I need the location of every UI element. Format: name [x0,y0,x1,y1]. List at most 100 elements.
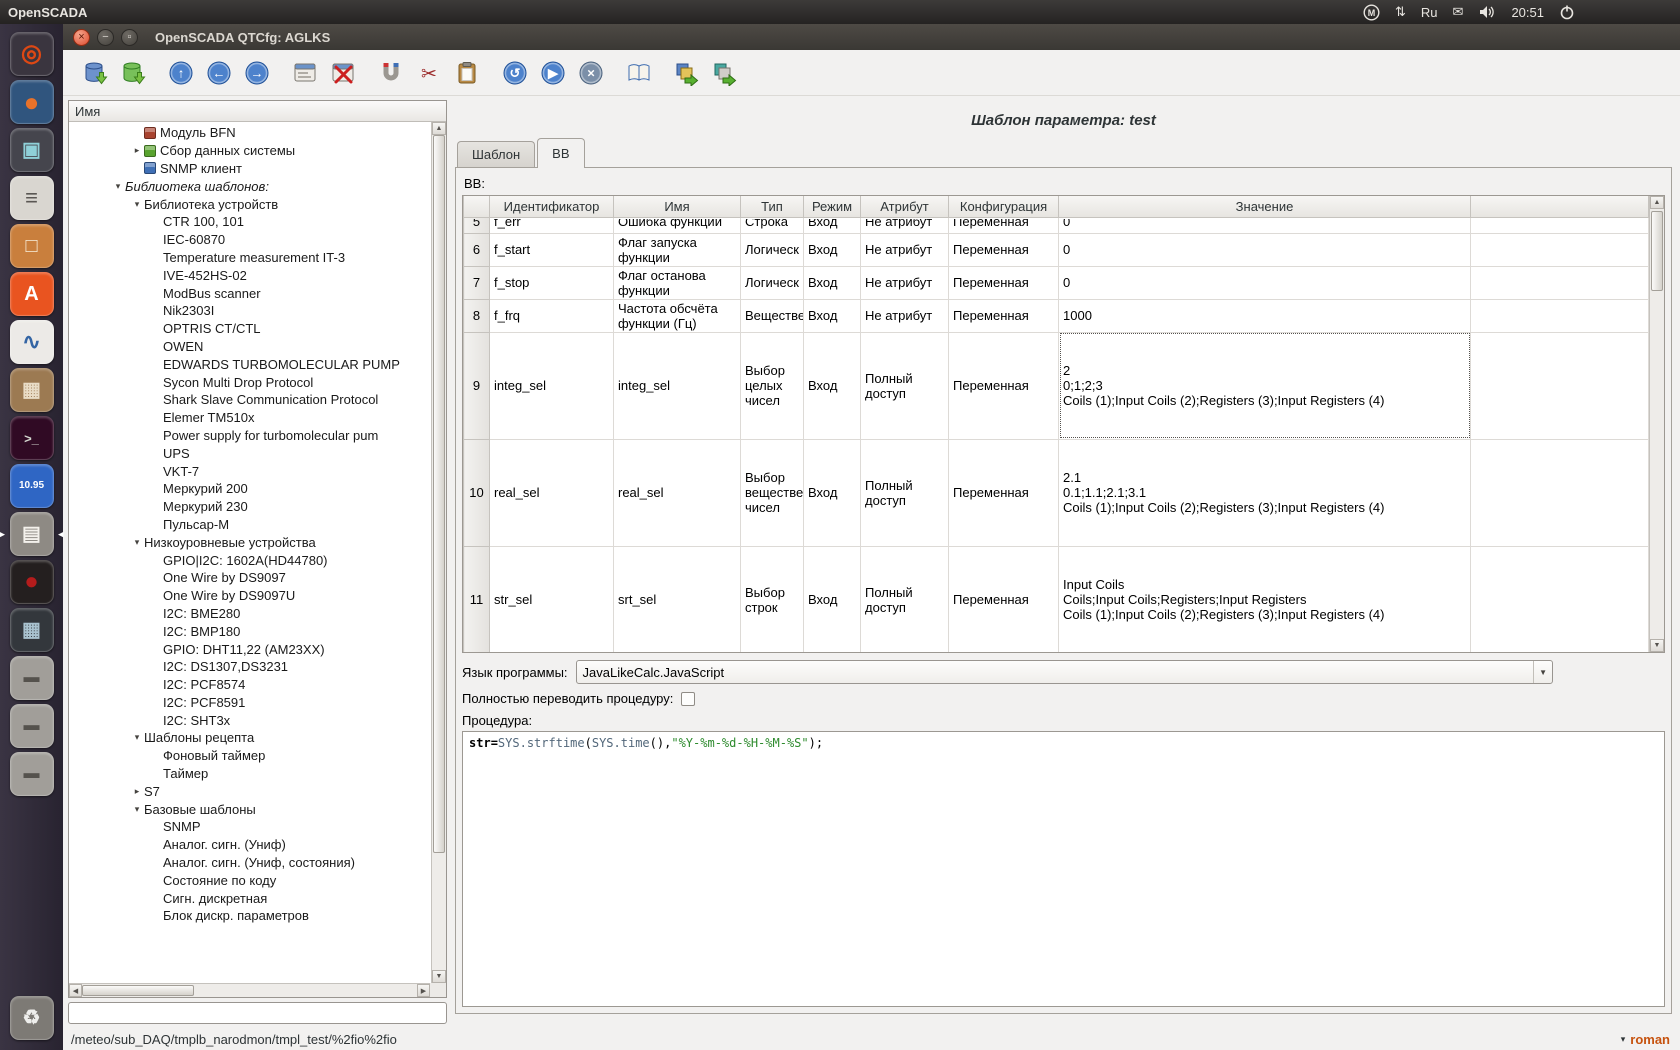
tree-item[interactable]: ▾Библиотека шаблонов: [69,177,430,195]
tree-item[interactable]: OWEN [69,338,430,356]
cell-config[interactable]: Переменная [949,233,1059,266]
tree-item[interactable]: ▾Низкоуровневые устройства [69,533,430,551]
cell-type[interactable]: Строка [741,217,804,233]
drive-1-launcher-icon[interactable]: ▬ [10,656,54,700]
tree-item[interactable]: Меркурий 230 [69,498,430,516]
indicator-app-icon[interactable]: M [1363,4,1380,21]
cell-attr[interactable]: Не атрибут [861,266,949,299]
cell-name[interactable]: Частота обсчёта функции (Гц) [614,299,741,332]
ubuntu-software-launcher-icon[interactable]: A [10,272,54,316]
cell-id[interactable]: f_frq [490,299,614,332]
window-minimize-button[interactable]: − [97,29,114,46]
translate-checkbox[interactable] [681,692,695,706]
cell-mode[interactable]: Вход [804,546,861,653]
user-button[interactable]: ▾ roman [1621,1032,1670,1047]
cell-value[interactable]: 2 0;1;2;3 Coils (1);Input Coils (2);Regi… [1059,332,1471,439]
scroll-up-button[interactable]: ▲ [432,122,446,135]
tree-item[interactable]: IEC-60870 [69,231,430,249]
tree-item[interactable]: Блок дискр. параметров [69,907,430,925]
cell-mode[interactable]: Вход [804,266,861,299]
tree-item[interactable]: CTR 100, 101 [69,213,430,231]
copy-item-button[interactable] [373,55,409,91]
tree-item[interactable]: ▸Сбор данных системы [69,142,430,160]
scroll-thumb[interactable] [82,985,194,996]
tree-item[interactable]: SNMP клиент [69,160,430,178]
tree-item[interactable]: One Wire by DS9097U [69,587,430,605]
cell-config[interactable]: Переменная [949,266,1059,299]
cell-mode[interactable]: Вход [804,332,861,439]
tree-item[interactable]: Power supply for turbomolecular pum [69,427,430,445]
cell-type[interactable]: Веществе [741,299,804,332]
tree-item[interactable]: ▾Базовые шаблоны [69,800,430,818]
session-menu-icon[interactable] [1559,4,1575,20]
paste-item-button[interactable] [449,55,485,91]
mail-icon[interactable]: ✉ [1453,4,1464,20]
openscada-launcher-icon[interactable]: ▤▸◂ [10,512,54,556]
cell-mode[interactable]: Вход [804,299,861,332]
cell-name[interactable]: integ_sel [614,332,741,439]
text-editor-launcher-icon[interactable]: ≡ [10,176,54,220]
cell-id[interactable]: f_stop [490,266,614,299]
tree-item[interactable]: Состояние по коду [69,871,430,889]
tree-item[interactable]: IVE-452HS-02 [69,266,430,284]
tree-item[interactable]: Фоновый таймер [69,747,430,765]
scroll-up-button[interactable]: ▲ [1650,196,1664,209]
refresh-button[interactable]: ↺ [497,55,533,91]
tree-item[interactable]: I2C: SHT3x [69,711,430,729]
cell-value[interactable]: 0 [1059,266,1471,299]
volume-icon[interactable] [1478,4,1496,20]
window-close-button[interactable]: × [73,29,90,46]
tree-item[interactable]: GPIO: DHT11,22 (AM23XX) [69,640,430,658]
clock[interactable]: 20:51 [1511,5,1544,20]
about-module-button[interactable] [707,55,743,91]
cell-attr[interactable]: Не атрибут [861,233,949,266]
expanded-arrow-icon[interactable]: ▾ [111,181,125,192]
tree-item[interactable]: Nik2303I [69,302,430,320]
cell-id[interactable]: f_err [490,217,614,233]
tree-filter-input[interactable] [68,1002,447,1024]
expanded-arrow-icon[interactable]: ▾ [130,199,144,210]
keyboard-layout-indicator[interactable]: Ru [1421,5,1438,20]
tree-item[interactable]: GPIO|I2C: 1602A(HD44780) [69,551,430,569]
language-select[interactable]: JavaLikeCalc.JavaScript ▼ [576,660,1553,684]
cell-id[interactable]: integ_sel [490,332,614,439]
tab-io[interactable]: ВВ [537,138,584,168]
tree-item[interactable]: Аналог. сигн. (Униф, состояния) [69,854,430,872]
window-titlebar[interactable]: × − ▫ OpenSCADA QTCfg: AGLKS [63,24,1680,50]
cell-config[interactable]: Переменная [949,546,1059,653]
stop-update-button[interactable]: × [573,55,609,91]
expanded-arrow-icon[interactable]: ▾ [130,732,144,743]
scroll-left-button[interactable]: ◀ [69,984,82,997]
expanded-arrow-icon[interactable]: ▾ [130,537,144,548]
tree-item[interactable]: Сигн. дискретная [69,889,430,907]
cell-attr[interactable]: Полный доступ [861,546,949,653]
up-level-button[interactable]: ↑ [163,55,199,91]
window-maximize-button[interactable]: ▫ [121,29,138,46]
cell-value[interactable]: 0 [1059,233,1471,266]
scroll-thumb[interactable] [433,135,445,853]
drive-3-launcher-icon[interactable]: ▬ [10,752,54,796]
scroll-down-button[interactable]: ▼ [1650,639,1664,652]
tree-horizontal-scrollbar[interactable]: ◀ ▶ [69,983,430,997]
save-to-db-button[interactable] [115,55,151,91]
cell-config[interactable]: Переменная [949,332,1059,439]
forward-button[interactable]: → [239,55,275,91]
dash-home-launcher-icon[interactable]: ◎ [10,32,54,76]
terminal-launcher-icon[interactable]: >_ [10,416,54,460]
cell-name[interactable]: Ошибка функции [614,217,741,233]
tree-item[interactable]: I2C: PCF8574 [69,676,430,694]
blue-app-launcher-icon[interactable]: 10.95 [10,464,54,508]
tree-item[interactable]: Таймер [69,765,430,783]
delete-item-button[interactable] [325,55,361,91]
tree-item[interactable]: Пульсар-М [69,516,430,534]
cell-attr[interactable]: Не атрибут [861,299,949,332]
cell-id[interactable]: real_sel [490,439,614,546]
cell-value[interactable]: 1000 [1059,299,1471,332]
cell-value[interactable]: 2.1 0.1;1.1;2.1;3.1 Coils (1);Input Coil… [1059,439,1471,546]
tree-item[interactable]: ModBus scanner [69,284,430,302]
procedure-editor[interactable]: str=SYS.strftime(SYS.time(),"%Y-%m-%d-%H… [462,731,1665,1007]
cell-name[interactable]: real_sel [614,439,741,546]
tree-item[interactable]: VKT-7 [69,462,430,480]
cell-id[interactable]: str_sel [490,546,614,653]
tree-item[interactable]: OPTRIS CT/CTL [69,320,430,338]
